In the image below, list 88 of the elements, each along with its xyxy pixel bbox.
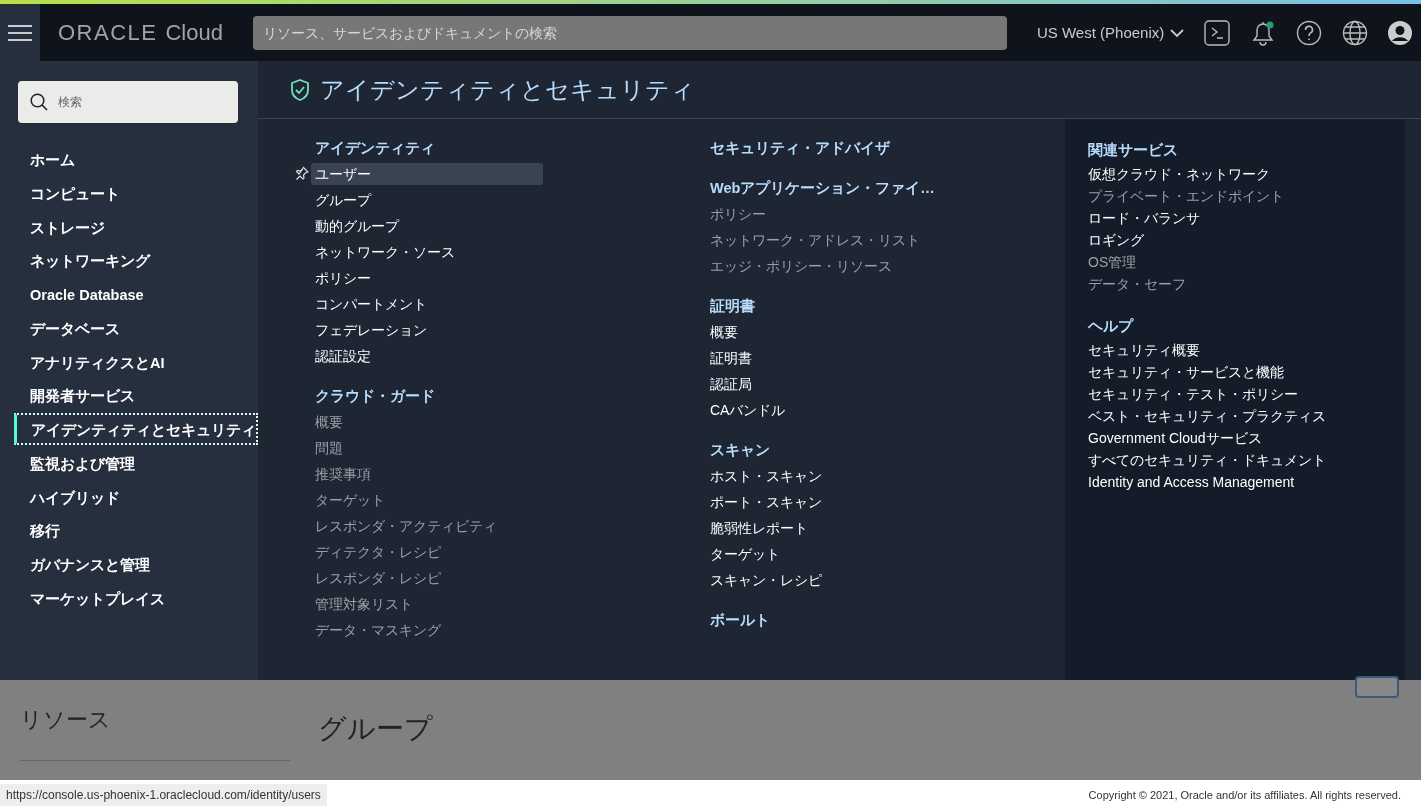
menu-title: アイデンティティとセキュリティ bbox=[320, 74, 695, 105]
sidebar-item[interactable]: ホーム bbox=[14, 143, 258, 175]
section-heading: 証明書 bbox=[710, 297, 756, 316]
menu-link[interactable]: エッジ・ポリシー・リソース bbox=[706, 255, 938, 277]
sidebar-item[interactable]: Oracle Database bbox=[14, 278, 258, 310]
menu-link[interactable]: ホスト・スキャン bbox=[706, 465, 938, 487]
menu-link[interactable]: スキャン・レシピ bbox=[706, 569, 938, 591]
help-button[interactable] bbox=[1296, 19, 1323, 46]
menu-link[interactable]: 証明書 bbox=[706, 347, 938, 369]
menu-link[interactable]: CAバンドル bbox=[706, 399, 938, 421]
menu-link[interactable]: 動的グループ bbox=[311, 215, 543, 237]
menu-button[interactable] bbox=[0, 4, 40, 61]
menu-link[interactable]: セキュリティ概要 bbox=[1084, 341, 1316, 359]
menu-link[interactable]: ポリシー bbox=[311, 267, 543, 289]
sidebar-item[interactable]: ストレージ bbox=[14, 210, 258, 243]
menu-link[interactable]: ポート・スキャン bbox=[706, 491, 938, 513]
globe-icon bbox=[1342, 19, 1369, 46]
menu-link[interactable]: 脆弱性レポート bbox=[706, 517, 938, 539]
menu-link[interactable]: フェデレーション bbox=[311, 319, 543, 341]
menu-link[interactable]: 概要 bbox=[311, 411, 543, 433]
menu-link[interactable]: 認証設定 bbox=[311, 345, 543, 367]
page-title: グループ bbox=[318, 712, 433, 746]
brand-logo-text[interactable]: ORACLE bbox=[58, 19, 158, 46]
section-heading: 関連サービス bbox=[1088, 141, 1179, 160]
menu-link[interactable]: ディテクタ・レシピ bbox=[311, 541, 543, 563]
help-icon bbox=[1296, 19, 1323, 46]
menu-link[interactable]: 認証局 bbox=[706, 373, 938, 395]
menu-link[interactable]: 管理対象リスト bbox=[311, 593, 543, 615]
language-button[interactable] bbox=[1342, 19, 1369, 46]
menu-link[interactable]: セキュリティ・サービスと機能 bbox=[1084, 363, 1316, 381]
menu-link[interactable]: ターゲット bbox=[706, 543, 938, 565]
section-heading: Webアプリケーション・ファイ… bbox=[710, 179, 936, 198]
sidebar-item[interactable]: 監視および管理 bbox=[14, 446, 258, 479]
menu-link[interactable]: ポリシー bbox=[706, 203, 938, 225]
terminal-button[interactable] bbox=[1204, 19, 1231, 46]
search-field[interactable]: リソース、サービスおよびドキュメントの検索 bbox=[252, 15, 1007, 50]
menu-link[interactable]: ロギング bbox=[1084, 231, 1316, 249]
menu-link[interactable]: ロード・バランサ bbox=[1084, 209, 1316, 227]
status-url: https://console.us-phoenix-1.oraclecloud.com/identity/users bbox=[0, 784, 327, 806]
brand-suffix[interactable]: Cloud bbox=[165, 19, 223, 46]
menu-link[interactable]: ネットワーク・アドレス・リスト bbox=[706, 229, 938, 251]
menu-link[interactable]: レスポンダ・レシピ bbox=[311, 567, 543, 589]
menu-link[interactable]: Government Cloudサービス bbox=[1084, 429, 1316, 447]
profile-button[interactable] bbox=[1388, 20, 1413, 45]
user-avatar-icon bbox=[1388, 20, 1413, 45]
chevron-down-icon bbox=[1170, 27, 1185, 38]
menu-link[interactable]: Identity and Access Management bbox=[1084, 473, 1316, 491]
terminal-icon bbox=[1204, 19, 1231, 46]
menu-link[interactable]: ユーザー bbox=[311, 163, 543, 185]
section-heading: スキャン bbox=[710, 441, 771, 460]
menu-link[interactable]: ネットワーク・ソース bbox=[311, 241, 543, 263]
sidebar-search-field[interactable]: 検索 bbox=[18, 81, 238, 123]
menu-link[interactable]: ターゲット bbox=[311, 489, 543, 511]
menu-link[interactable]: 問題 bbox=[311, 437, 543, 459]
menu-link[interactable]: データ・セーフ bbox=[1084, 275, 1316, 293]
section-heading: ボールト bbox=[710, 611, 771, 630]
menu-link[interactable]: グループ bbox=[311, 189, 543, 211]
sidebar-item[interactable]: データベース bbox=[14, 311, 258, 344]
menu-link[interactable]: 仮想クラウド・ネットワーク bbox=[1084, 165, 1316, 183]
pin-icon[interactable] bbox=[295, 166, 309, 180]
copyright-text: Copyright © 2021, Oracle and/or its affiliates. All rights reserved. bbox=[1088, 789, 1401, 801]
menu-link[interactable]: コンパートメント bbox=[311, 293, 543, 315]
section-heading: アイデンティティ bbox=[315, 139, 436, 158]
menu-link[interactable]: セキュリティ・テスト・ポリシー bbox=[1084, 385, 1316, 403]
sidebar-item[interactable]: ネットワーキング bbox=[14, 244, 258, 277]
region-selector[interactable]: US West (Phoenix) bbox=[1036, 24, 1185, 41]
resources-heading: リソース bbox=[20, 706, 111, 734]
sidebar-item[interactable]: 開発者サービス bbox=[14, 379, 258, 412]
menu-link[interactable]: データ・マスキング bbox=[311, 619, 543, 641]
menu-link[interactable]: 概要 bbox=[706, 321, 938, 343]
sidebar-item[interactable]: 移行 bbox=[14, 514, 258, 547]
sidebar-item[interactable]: ハイブリッド bbox=[14, 480, 258, 513]
shield-check-icon bbox=[290, 78, 310, 101]
section-heading: クラウド・ガード bbox=[315, 387, 436, 406]
menu-link[interactable]: すべてのセキュリティ・ドキュメント bbox=[1084, 451, 1326, 469]
sidebar-item[interactable]: アナリティクスとAI bbox=[14, 345, 258, 378]
menu-link[interactable]: OS管理 bbox=[1084, 253, 1316, 271]
menu-link[interactable]: 推奨事項 bbox=[311, 463, 543, 485]
sidebar-item[interactable]: マーケットプレイス bbox=[14, 581, 258, 614]
section-heading: セキュリティ・アドバイザ bbox=[710, 139, 891, 158]
sidebar-item[interactable]: コンピュート bbox=[14, 176, 258, 209]
section-heading: ヘルプ bbox=[1088, 317, 1135, 336]
search-icon bbox=[30, 93, 48, 111]
menu-link[interactable]: プライベート・エンドポイント bbox=[1084, 187, 1316, 205]
sidebar-item[interactable]: ガバナンスと管理 bbox=[14, 548, 258, 580]
menu-link[interactable]: ベスト・セキュリティ・プラクティス bbox=[1084, 407, 1326, 425]
menu-icon bbox=[8, 24, 32, 41]
menu-link[interactable]: レスポンダ・アクティビティ bbox=[311, 515, 543, 537]
